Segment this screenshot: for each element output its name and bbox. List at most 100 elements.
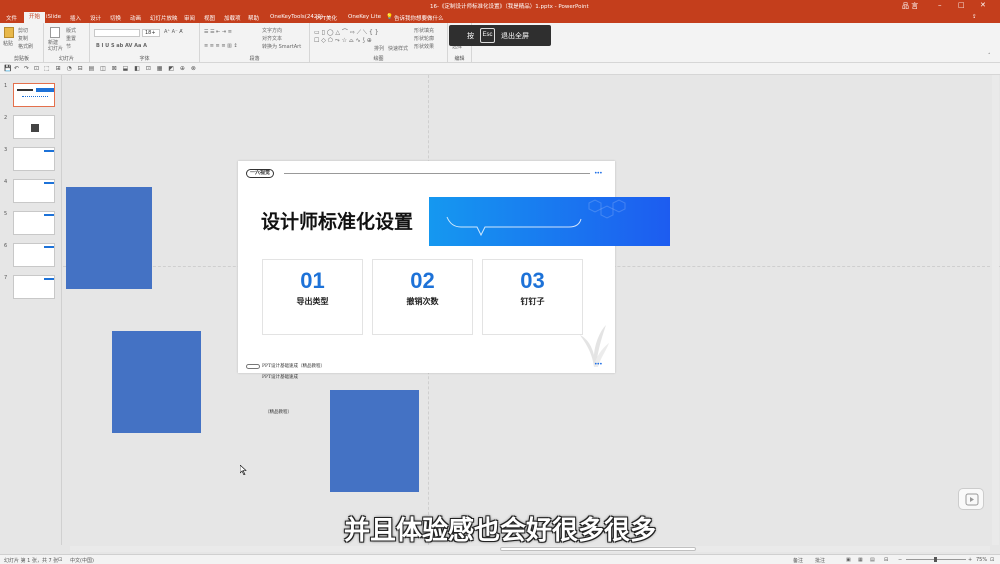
spellcheck-icon[interactable]: ⊡ (58, 557, 62, 563)
slide-thumbnail-3[interactable] (13, 147, 55, 171)
paste-icon[interactable] (4, 27, 14, 38)
blue-rectangle-shape[interactable] (330, 390, 419, 492)
section-button[interactable]: 节 (66, 43, 71, 50)
tab-home[interactable]: 开始 (24, 12, 46, 23)
list-buttons[interactable]: ☰ ☰ ⇤ ⇥ ≡ (204, 29, 232, 35)
tab-islide[interactable]: iSlide (46, 14, 61, 20)
undo-icon[interactable]: ↶ (14, 65, 19, 72)
reset-button[interactable]: 重置 (66, 35, 76, 42)
close-icon[interactable]: ✕ (980, 1, 986, 9)
gradient-banner-shape[interactable] (429, 197, 670, 246)
divider (284, 173, 590, 174)
shape-outline-button[interactable]: 形状轮廓 (414, 35, 434, 42)
zoom-out-icon[interactable]: − (898, 557, 902, 563)
zoom-in-icon[interactable]: + (968, 557, 972, 563)
arrange-button[interactable]: 排列 (374, 45, 384, 52)
text-direction-button[interactable]: 文字方向 (262, 27, 282, 34)
share-icon[interactable]: ⇪ (972, 14, 977, 20)
slide-thumbnail-5[interactable] (13, 211, 55, 235)
tell-me-search[interactable]: 告诉我你想要做什么 (394, 14, 444, 22)
quick-styles-button[interactable]: 快速样式 (388, 45, 408, 52)
tab-ppt-beautify[interactable]: PPT美化 (316, 14, 337, 22)
card-number: 01 (300, 268, 325, 293)
group-clipboard: 粘贴 剪切 复制 格式刷 剪贴板 (0, 23, 44, 63)
slide-footer: PPT设计基础速成（精品教程） (262, 364, 326, 369)
thumb-number: 1 (4, 83, 8, 89)
font-size-select[interactable]: 18+ (142, 29, 160, 37)
user-name[interactable]: 品 言 (902, 1, 918, 11)
save-icon[interactable]: 💾 (4, 65, 11, 72)
tab-animations[interactable]: 动画 (130, 14, 141, 22)
slideshow-view-icon[interactable]: ⊟ (884, 557, 888, 563)
present-icon[interactable]: ⊡ (34, 65, 39, 72)
tab-view[interactable]: 视图 (204, 14, 215, 22)
shapes-gallery-row2[interactable]: ☐ ◇ ⬠ ⤳ ☆ ⌓ ∿ ⟆ ⊕ (314, 37, 372, 45)
redo-icon[interactable]: ↷ (24, 65, 29, 72)
floating-textbox[interactable]: （精品教程） (265, 409, 292, 415)
blue-rectangle-shape[interactable] (112, 331, 201, 433)
footer-pill (246, 364, 260, 369)
smartart-button[interactable]: 转换为 SmartArt (262, 43, 301, 50)
format-painter-button[interactable]: 格式刷 (18, 43, 33, 50)
tab-slideshow[interactable]: 幻灯片放映 (150, 14, 178, 22)
new-slide-icon[interactable] (50, 27, 60, 38)
slide-thumbnail-7[interactable] (13, 275, 55, 299)
format-buttons[interactable]: B I U S ab AV Aa A (96, 43, 147, 49)
qat-tools-icon[interactable]: ⬚ ⊞ ◔ ⊟ ▤ ◫ ⊠ ⬓ ◧ ⊡ ▦ ◩ ⊕ ⊗ (44, 65, 198, 72)
new-slide-button[interactable]: 新建 幻灯片 (48, 40, 63, 52)
tab-design[interactable]: 设计 (90, 14, 101, 22)
slide-preview[interactable]: 一六视觉 ••• 设计师标准化设置 01 导出类型 02 撤销次数 03 钉钉子… (238, 161, 615, 373)
sorter-view-icon[interactable]: ▦ (858, 557, 863, 563)
reading-view-icon[interactable]: ▤ (870, 557, 875, 563)
slide-thumbnail-2[interactable] (13, 115, 55, 139)
tab-review[interactable]: 审阅 (184, 14, 195, 22)
slide-thumbnail-6[interactable] (13, 243, 55, 267)
shapes-gallery[interactable]: ▭ ▯ ◯ △ ⌒ ⇨ ⟋ ⟍ { } (314, 27, 379, 37)
slide-thumbnail-4[interactable] (13, 179, 55, 203)
slide-title[interactable]: 设计师标准化设置 (261, 207, 413, 234)
layout-button[interactable]: 版式 (66, 27, 76, 34)
group-label-clipboard: 剪贴板 (13, 56, 29, 62)
speech-line-icon (446, 199, 626, 237)
paste-button[interactable]: 粘贴 (3, 40, 13, 47)
align-buttons[interactable]: ≡ ≡ ≡ ≡ ▥ ↕ (204, 43, 238, 49)
tab-insert[interactable]: 插入 (70, 14, 81, 22)
restore-icon[interactable]: □ (958, 1, 965, 9)
normal-view-icon[interactable]: ▣ (846, 557, 851, 563)
vertical-scrollbar[interactable] (992, 75, 999, 545)
esc-key[interactable]: Esc (480, 28, 495, 43)
feature-card[interactable]: 02 撤销次数 (372, 259, 473, 335)
exit-fullscreen-label: 退出全屏 (501, 32, 529, 40)
tab-help[interactable]: 帮助 (248, 14, 259, 22)
tab-onekey-lite[interactable]: OneKey Lite (348, 14, 381, 20)
scrollbar-thumb[interactable] (500, 547, 696, 551)
tab-transitions[interactable]: 切换 (110, 14, 121, 22)
feature-card[interactable]: 03 钉钉子 (482, 259, 583, 335)
font-family-select[interactable] (94, 29, 140, 37)
zoom-slider[interactable] (906, 557, 966, 562)
copy-button[interactable]: 复制 (18, 35, 28, 42)
comments-button[interactable]: 批注 (815, 557, 825, 564)
language-indicator[interactable]: 中文(中国) (70, 557, 94, 564)
feature-card[interactable]: 01 导出类型 (262, 259, 363, 335)
tab-file[interactable]: 文件 (6, 14, 17, 22)
align-text-button[interactable]: 对齐文本 (262, 35, 282, 42)
shape-effects-button[interactable]: 形状效果 (414, 43, 434, 50)
tab-addins[interactable]: 加载项 (224, 14, 241, 22)
font-grow-icon[interactable]: A⁺ A⁻ A̸ (164, 29, 183, 35)
group-label-drawing: 绘图 (373, 56, 384, 62)
play-button[interactable] (958, 488, 984, 510)
blue-rectangle-shape[interactable] (66, 187, 152, 289)
notes-button[interactable]: 备注 (793, 557, 803, 564)
slide-thumbnail-1[interactable] (13, 83, 55, 107)
logo-badge: 一六视觉 (246, 169, 275, 178)
floating-textbox[interactable]: PPT设计基础速成 (262, 374, 298, 380)
footer-dots: ••• (594, 361, 603, 368)
fit-slide-icon[interactable]: ⊡ (990, 557, 994, 563)
shape-fill-button[interactable]: 形状填充 (414, 27, 434, 34)
minimize-icon[interactable]: – (938, 1, 942, 9)
cut-button[interactable]: 剪切 (18, 27, 28, 34)
zoom-level[interactable]: 75% (976, 557, 987, 563)
ribbon-tabs: 文件 开始 iSlide 插入 设计 切换 动画 幻灯片放映 审阅 视图 加载项… (0, 12, 1000, 23)
collapse-ribbon-icon[interactable]: ˄ (988, 53, 991, 59)
